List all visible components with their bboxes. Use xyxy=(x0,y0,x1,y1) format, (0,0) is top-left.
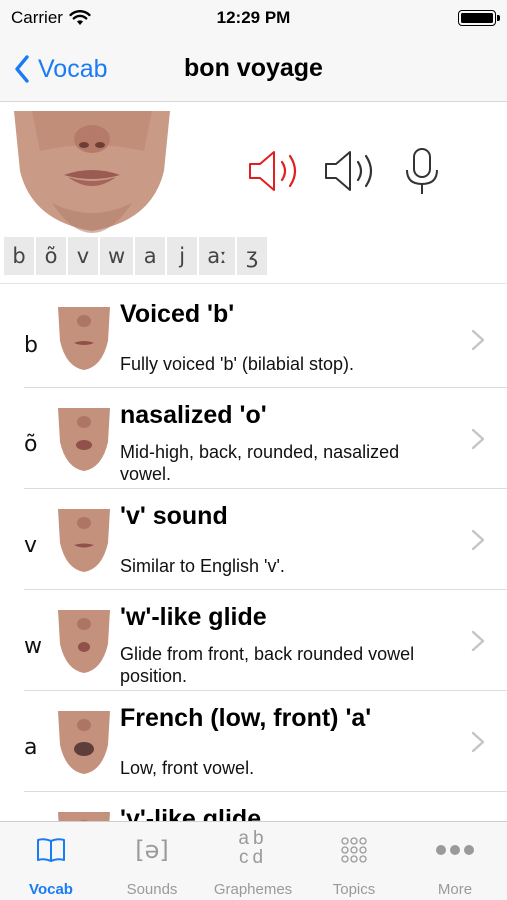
mouth-thumbnail xyxy=(56,610,112,674)
speaker-icon xyxy=(325,151,373,191)
status-bar: Carrier 12:29 PM xyxy=(0,0,507,38)
phoneme-chip[interactable]: õ xyxy=(36,237,66,275)
chevron-right-icon xyxy=(471,731,485,753)
phoneme-strip: b õ v w a j aː ʒ xyxy=(4,237,268,275)
mouth-thumbnail xyxy=(56,509,112,573)
tab-graphemes[interactable]: ab cd Graphemes xyxy=(203,822,303,900)
row-title: Voiced 'b' xyxy=(120,300,235,328)
tab-bar: Vocab [ə] Sounds ab cd Graphemes Topics xyxy=(0,821,507,900)
row-title: 'y'-like glide xyxy=(120,805,262,821)
ipa-schwa-icon: [ə] xyxy=(135,836,169,864)
list-item[interactable]: õ nasalized 'o' Mid-high, back, rounded,… xyxy=(0,388,507,489)
play-slow-audio-button[interactable] xyxy=(322,147,382,195)
row-symbol: b xyxy=(24,333,38,358)
tab-label: Graphemes xyxy=(213,881,293,898)
navigation-bar: Vocab bon voyage xyxy=(0,38,507,102)
play-audio-button[interactable] xyxy=(246,147,306,195)
row-description: Similar to English 'v'. xyxy=(120,556,285,576)
status-time: 12:29 PM xyxy=(216,8,291,27)
phoneme-chip[interactable]: j xyxy=(167,237,198,275)
phoneme-chip[interactable]: aː xyxy=(199,237,236,275)
list-item[interactable]: v 'v' sound Similar to English 'v'. xyxy=(0,489,507,590)
dots-grid-icon xyxy=(341,837,367,863)
speaker-icon xyxy=(249,151,297,191)
list-item[interactable]: b Voiced 'b' Fully voiced 'b' (bilabial … xyxy=(0,287,507,388)
row-symbol: w xyxy=(24,634,42,659)
mouth-thumbnail xyxy=(56,711,112,775)
chevron-right-icon xyxy=(471,630,485,652)
more-icon xyxy=(436,845,474,855)
tab-topics[interactable]: Topics xyxy=(304,822,404,900)
phoneme-chip[interactable]: v xyxy=(68,237,98,275)
row-description: Mid-high, back, rounded, nasalized vowel… xyxy=(120,442,400,484)
row-title: 'v' sound xyxy=(120,502,228,530)
sound-list: b Voiced 'b' Fully voiced 'b' (bilabial … xyxy=(0,283,507,821)
mouth-thumbnail xyxy=(56,408,112,472)
phoneme-chip[interactable]: ʒ xyxy=(237,237,268,275)
tab-sounds[interactable]: [ə] Sounds xyxy=(102,822,202,900)
tab-label: Vocab xyxy=(29,881,73,898)
mouth-video[interactable] xyxy=(12,111,172,235)
row-description: Fully voiced 'b' (bilabial stop). xyxy=(120,354,354,374)
list-item[interactable]: j 'y'-like glide xyxy=(0,792,507,821)
chevron-right-icon xyxy=(471,329,485,351)
phoneme-chip[interactable]: w xyxy=(100,237,134,275)
row-title: 'w'-like glide xyxy=(120,603,267,631)
row-title: French (low, front) 'a' xyxy=(120,704,372,732)
row-title: nasalized 'o' xyxy=(120,401,267,429)
abcd-icon: ab cd xyxy=(203,828,303,868)
book-icon xyxy=(37,838,65,862)
tab-label: More xyxy=(437,881,473,898)
tab-vocab[interactable]: Vocab xyxy=(1,822,101,900)
row-symbol: a xyxy=(24,735,38,760)
record-button[interactable] xyxy=(396,146,448,198)
row-symbol: õ xyxy=(24,432,38,457)
chevron-right-icon xyxy=(471,529,485,551)
row-description: Glide from front, back rounded vowel pos… xyxy=(120,644,415,686)
chevron-right-icon xyxy=(471,428,485,450)
phoneme-chip[interactable]: b xyxy=(4,237,34,275)
face-image xyxy=(12,111,172,235)
microphone-icon xyxy=(406,148,438,194)
mouth-thumbnail xyxy=(56,812,112,821)
tab-more[interactable]: More xyxy=(405,822,505,900)
abcd-icon-bottom: cd xyxy=(238,847,268,868)
mouth-thumbnail xyxy=(56,307,112,371)
tab-label: Sounds xyxy=(126,881,178,898)
list-item[interactable]: a French (low, front) 'a' Low, front vow… xyxy=(0,691,507,792)
row-symbol: v xyxy=(24,533,38,558)
page-title: bon voyage xyxy=(184,54,323,82)
phoneme-chip[interactable]: a xyxy=(135,237,166,275)
row-description: Low, front vowel. xyxy=(120,758,255,778)
abcd-icon-top: ab xyxy=(238,828,268,849)
battery-icon xyxy=(458,10,500,26)
list-item[interactable]: w 'w'-like glide Glide from front, back … xyxy=(0,590,507,691)
tab-label: Topics xyxy=(332,881,376,898)
